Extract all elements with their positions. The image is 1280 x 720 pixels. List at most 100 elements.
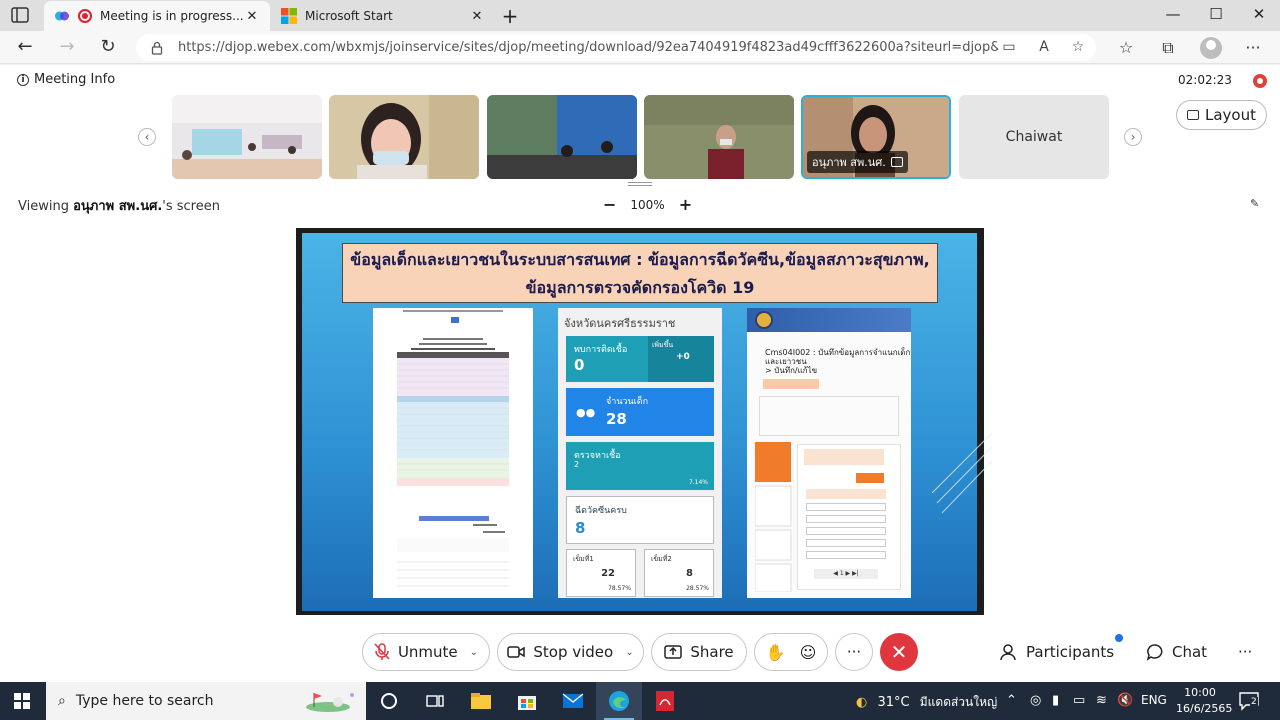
screening-card: ตรวจหาเชื้อ 2 7.14% [566,442,714,490]
strip-prev-icon[interactable]: ‹ [138,128,156,146]
maximize-icon[interactable]: ☐ [1201,5,1231,23]
form-field [806,515,886,523]
meeting-info-button[interactable]: i Meeting Info [17,72,115,87]
overflow-menu-button[interactable]: ··· [1238,643,1252,661]
slide-title-line2: ข้อมูลการตรวจคัดกรองโควิด 19 [525,278,755,297]
dose2-pct: 28.57% [686,585,709,592]
refresh-icon[interactable]: ↻ [97,36,119,58]
search-placeholder: Type here to search [75,693,214,709]
chevron-down-icon[interactable]: ⌄ [470,647,478,658]
folder-glyph [471,693,491,709]
store-icon[interactable] [504,682,550,720]
share-label: Share [690,643,734,661]
layout-icon [1187,110,1199,120]
taskview-icon[interactable] [412,682,458,720]
participants-notification-dot [1115,634,1123,642]
file-explorer-icon[interactable] [458,682,504,720]
windows-start-icon[interactable] [14,693,30,709]
language-indicator[interactable]: ENG [1141,693,1167,707]
video-thumb-office[interactable] [487,95,637,179]
url-text: https://djop.webex.com/wbxmjs/joinservic… [178,40,998,55]
participants-button[interactable]: Participants [1000,643,1114,661]
meet-now-icon[interactable]: ◎ [1030,693,1041,708]
zoom-in-button[interactable]: + [679,195,692,214]
video-thumb-person-desk[interactable] [644,95,794,179]
strip-next-icon[interactable]: › [1124,128,1142,146]
participants-icon [1000,644,1016,661]
video-camera-icon [507,646,526,658]
form-title-text: Cms04I002 : บันทึกข้อมูลการจำแนกเด็กและเ… [765,348,911,366]
mail-icon[interactable] [550,682,596,720]
dose2-label: เข็มที่2 [651,555,672,563]
taskbar-clock[interactable]: 10:00 16/6/2565 [1176,685,1232,717]
raise-hand-icon[interactable]: ✋ [766,643,786,662]
pdf-glyph [656,691,674,711]
share-button[interactable]: Share [651,633,747,671]
taskview-glyph [426,695,444,707]
camera-permission-icon[interactable]: ▭ [1000,39,1018,55]
shared-screen: ข้อมูลเด็กและเยาวชนในระบบสารสนเทศ : ข้อม… [296,228,992,615]
viewing-suffix: 's screen [162,199,220,214]
volume-muted-icon[interactable]: 🔇 [1117,693,1133,708]
notification-center-icon[interactable]: 2 [1238,691,1262,711]
resize-handle[interactable] [628,182,652,186]
form-document: Cms04I002 : บันทึกข้อมูลการจำแนกเด็กและเ… [747,308,911,598]
annotate-pen-icon[interactable]: ✎ [1250,197,1259,210]
edge-glyph [609,691,629,711]
layout-button[interactable]: Layout [1176,100,1267,130]
recording-indicator-icon [1253,74,1267,88]
weather-temp: 31°C [877,695,910,710]
tray-overflow-icon[interactable]: ⌃ [1006,693,1017,708]
more-options-button[interactable]: ··· [835,633,873,671]
new-tab-icon[interactable]: + [500,4,520,28]
video-thumb-chaiwat[interactable]: Chaiwat [959,95,1109,179]
form-fields: ◀ 1 ▶ ▶| [797,444,901,590]
chat-button[interactable]: Chat [1146,643,1207,661]
unmute-button[interactable]: Unmute ⌄ [362,633,490,671]
video-feed [487,95,637,179]
address-bar[interactable]: https://djop.webex.com/wbxmjs/joinservic… [136,34,1096,61]
collections-icon[interactable]: ⧉ [1158,38,1178,58]
favorites-icon[interactable]: ☆ [1116,38,1136,57]
edge-icon[interactable] [596,682,642,720]
dashboard-province: จังหวัดนครศรีธรรมราช [564,317,676,330]
tab-title: Meeting is in progress... [100,9,244,23]
video-thumb-presenter[interactable]: อนุภาพ สพ.นศ. [801,95,951,179]
tab-close-icon[interactable]: ✕ [469,9,485,24]
end-call-button[interactable]: ✕ [880,633,918,671]
stop-video-button[interactable]: Stop video ⌄ [497,633,644,671]
pdf-reader-icon[interactable] [642,682,688,720]
slide-title-line1: ข้อมูลเด็กและเยาวชนในระบบสารสนเทศ : ข้อม… [350,250,930,269]
read-aloud-icon[interactable]: A [1035,39,1053,55]
video-thumb-person-mask[interactable] [329,95,479,179]
meeting-info-label: Meeting Info [34,72,116,87]
profile-avatar[interactable] [1200,37,1222,59]
weather-widget[interactable]: ◐ 31°C มีแดดส่วนใหญ่ [856,693,997,712]
tab-microsoft-start[interactable]: Microsoft Start ✕ [271,1,495,31]
vaccinated-card: ฉีดวัคซีนครบ 8 [566,496,714,544]
vaccinated-value: 8 [575,519,586,537]
wifi-icon[interactable]: ≋ [1096,693,1107,708]
minimize-icon[interactable]: — [1158,5,1188,23]
chevron-down-icon[interactable]: ⌄ [625,647,633,658]
close-window-icon[interactable]: ✕ [1244,5,1274,23]
microphone-icon[interactable]: ▮ [1052,693,1059,708]
battery-icon[interactable]: ▭ [1073,693,1085,708]
taskbar-search[interactable]: ⌕ Type here to search [46,682,366,720]
reactions-icon[interactable]: ☺ [800,643,817,662]
tab-close-icon[interactable]: ✕ [244,9,260,24]
forward-icon[interactable]: → [56,36,78,58]
tab-title: Microsoft Start [305,9,393,23]
muted-mic-icon [374,643,390,660]
form-field [806,503,886,511]
unmute-label: Unmute [397,643,458,661]
video-thumb-room[interactable] [172,95,322,179]
tab-meeting[interactable]: Meeting is in progress... ✕ [44,1,270,31]
tab-actions-icon[interactable] [10,6,30,24]
task-view-icon[interactable] [366,682,412,720]
back-icon[interactable]: ← [14,36,36,58]
settings-more-icon[interactable]: ··· [1243,38,1263,57]
zoom-out-button[interactable]: − [603,195,616,214]
favorite-add-icon[interactable]: ☆ [1069,39,1087,55]
microsoft-icon [281,8,297,24]
